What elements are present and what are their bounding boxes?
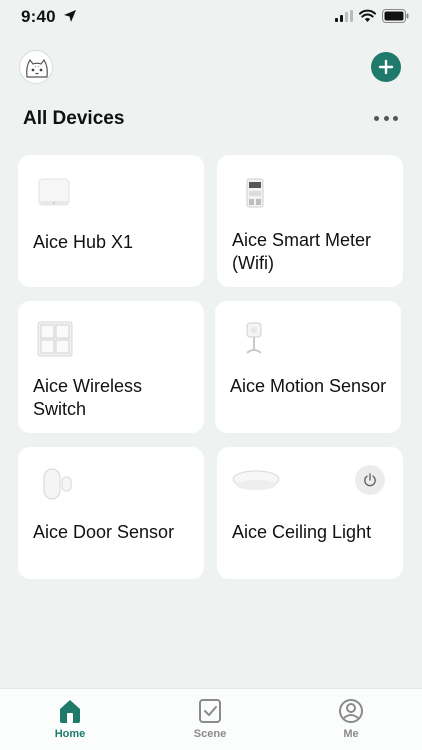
tab-label: Me	[343, 728, 359, 740]
add-device-button[interactable]	[371, 52, 401, 82]
device-name: Aice Motion Sensor	[230, 376, 387, 396]
wifi-icon	[359, 9, 376, 22]
wireless-switch-icon	[37, 321, 73, 357]
device-name: Aice Ceiling Light	[232, 522, 372, 542]
device-name: Aice Door Sensor	[33, 522, 175, 542]
status-bar: 9:40	[0, 0, 422, 34]
cat-avatar-icon	[26, 58, 48, 78]
tab-scene[interactable]: Scene	[170, 697, 250, 747]
door-sensor-icon	[43, 468, 72, 500]
avatar[interactable]	[19, 50, 53, 84]
tab-me[interactable]: Me	[311, 697, 391, 747]
device-card-ceiling-light[interactable]: Aice Ceiling Light	[217, 447, 403, 579]
battery-icon	[382, 9, 409, 23]
tab-home[interactable]: Home	[30, 697, 110, 747]
device-card-wireless-switch[interactable]: Aice Wireless Switch	[18, 301, 204, 433]
device-card-motion-sensor[interactable]: Aice Motion Sensor	[215, 301, 401, 433]
tab-label: Home	[54, 728, 86, 740]
device-card-door-sensor[interactable]: Aice Door Sensor	[18, 447, 204, 579]
more-options-button[interactable]	[374, 110, 398, 126]
cellular-signal-icon	[335, 10, 353, 22]
more-horizontal-icon	[374, 115, 379, 121]
motion-sensor-icon	[246, 322, 262, 354]
plus-icon	[378, 59, 394, 75]
power-icon	[364, 473, 376, 487]
page-title: All Devices	[23, 108, 125, 129]
status-time: 9:40	[21, 7, 56, 26]
home-icon	[60, 700, 80, 723]
device-name: Aice Wireless Switch	[33, 376, 143, 419]
device-card-smart-meter[interactable]: Aice Smart Meter (Wifi)	[217, 155, 403, 287]
power-toggle-button[interactable]	[355, 465, 385, 495]
device-card-hub[interactable]: Aice Hub X1	[18, 155, 204, 287]
device-name: Aice Hub X1	[33, 232, 134, 252]
hub-icon	[38, 178, 70, 206]
scene-check-icon	[199, 699, 221, 723]
ceiling-light-icon	[232, 470, 280, 490]
location-arrow-icon	[64, 10, 76, 22]
smart-meter-icon	[246, 178, 264, 208]
tab-label: Scene	[193, 728, 227, 740]
tab-bar: Home Scene Me	[0, 688, 422, 750]
profile-icon	[339, 699, 363, 723]
device-name: Aice Smart Meter (Wifi)	[232, 230, 372, 273]
